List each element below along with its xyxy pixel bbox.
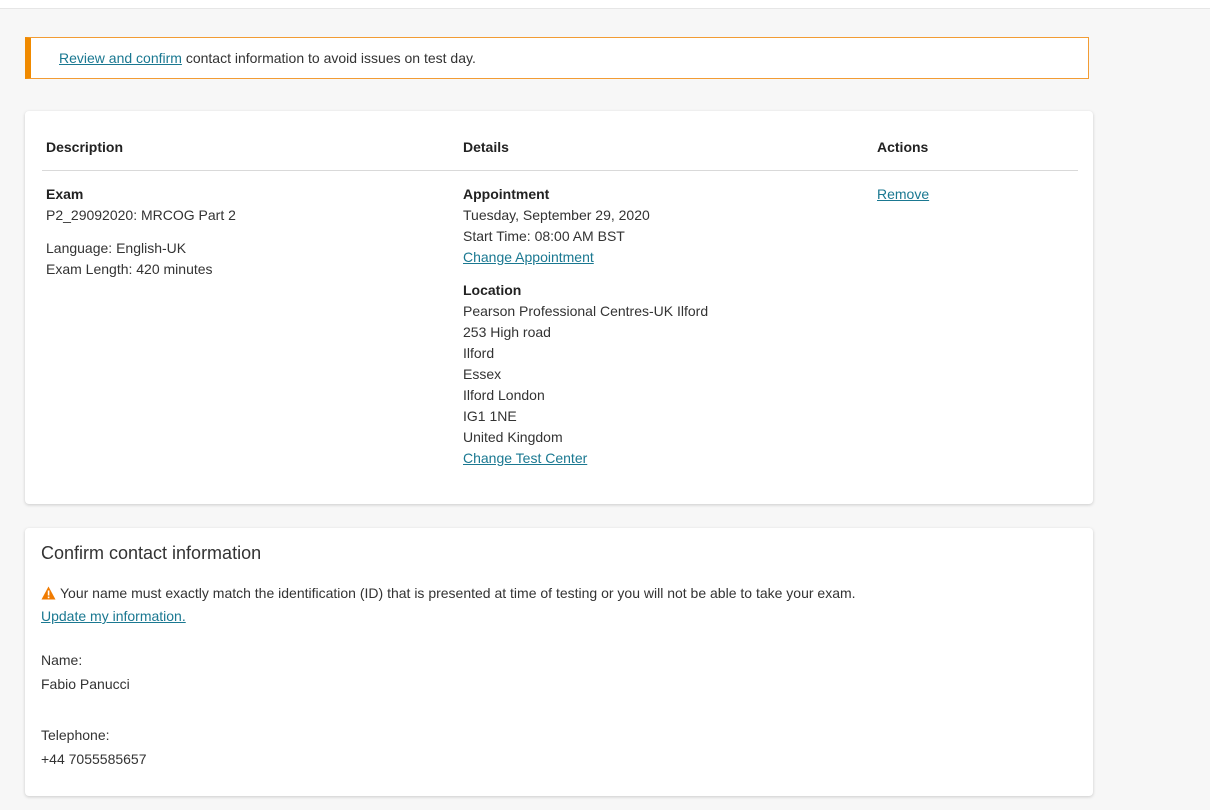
actions-header: Actions: [877, 139, 929, 155]
review-and-confirm-link[interactable]: Review and confirm: [59, 50, 182, 66]
exam-actions: Remove: [877, 184, 929, 205]
top-header-bar: [0, 0, 1210, 9]
appointment-heading: Appointment: [463, 186, 550, 202]
telephone-label: Telephone:: [41, 727, 110, 743]
name-match-warning: Your name must exactly match the identif…: [41, 583, 856, 627]
warning-icon: [41, 585, 56, 606]
location-line: United Kingdom: [463, 429, 563, 445]
description-header: Description: [46, 139, 124, 155]
update-my-information-link[interactable]: Update my information.: [41, 608, 186, 624]
warning-text: Your name must exactly match the identif…: [60, 585, 856, 601]
exam-heading: Exam: [46, 186, 84, 202]
name-label: Name:: [41, 652, 83, 668]
name-value: Fabio Panucci: [41, 676, 130, 692]
location-line: Ilford: [463, 345, 495, 361]
remove-link[interactable]: Remove: [877, 186, 929, 202]
exam-length: Exam Length: 420 minutes: [46, 261, 213, 277]
exam-language: Language: English-UK: [46, 240, 187, 256]
appointment-date: Tuesday, September 29, 2020: [463, 207, 650, 223]
header-divider: [42, 170, 1078, 171]
telephone-value: +44 7055585657: [41, 751, 147, 767]
exam-details: Appointment Tuesday, September 29, 2020 …: [463, 184, 863, 469]
change-test-center-link[interactable]: Change Test Center: [463, 450, 587, 466]
location-line: Essex: [463, 366, 502, 382]
location-line: 253 High road: [463, 324, 551, 340]
confirm-contact-title: Confirm contact information: [41, 543, 262, 563]
location-line: IG1 1NE: [463, 408, 517, 424]
appointment-start-time: Start Time: 08:00 AM BST: [463, 228, 625, 244]
exam-name: P2_29092020: MRCOG Part 2: [46, 207, 236, 223]
details-header: Details: [463, 139, 509, 155]
confirm-contact-card: Confirm contact information Your name mu…: [25, 528, 1093, 796]
location-line: Ilford London: [463, 387, 545, 403]
location-heading: Location: [463, 282, 522, 298]
change-appointment-link[interactable]: Change Appointment: [463, 249, 594, 265]
contact-review-alert: Review and confirm contact information t…: [25, 37, 1089, 79]
exam-description: Exam P2_29092020: MRCOG Part 2 Language:…: [46, 184, 426, 280]
alert-text: contact information to avoid issues on t…: [181, 50, 476, 66]
location-line: Pearson Professional Centres-UK Ilford: [463, 303, 709, 319]
order-summary-card: Description Details Actions Exam P2_2909…: [25, 111, 1093, 504]
